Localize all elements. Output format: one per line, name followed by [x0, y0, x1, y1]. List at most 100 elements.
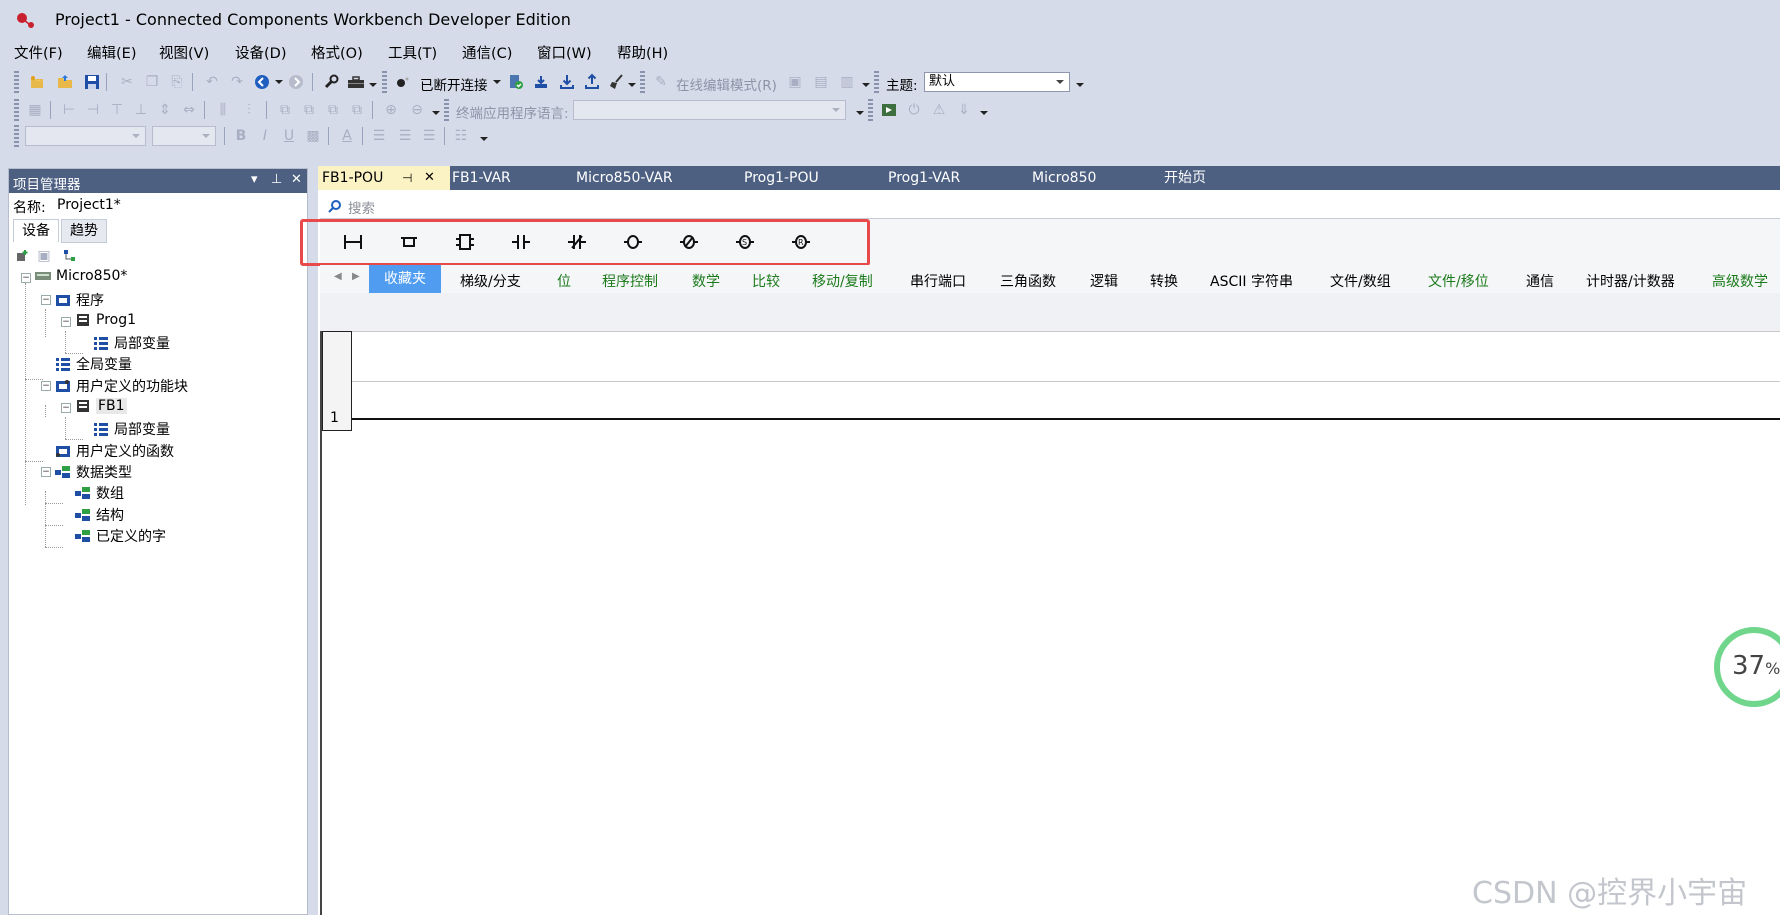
category-math[interactable]: 数学 [692, 271, 720, 291]
menu-view[interactable]: 视图(V) [159, 42, 209, 63]
rung-1-line[interactable] [352, 418, 1780, 420]
power-icon[interactable]: ⏻ [905, 101, 923, 119]
tab-devices[interactable]: 设备 [13, 219, 59, 242]
tab-prog1-var[interactable]: Prog1-VAR [884, 166, 1008, 190]
menu-window[interactable]: 窗口(W) [537, 42, 592, 63]
category-bit[interactable]: 位 [557, 271, 571, 291]
tab-micro850[interactable]: Micro850 [1028, 166, 1142, 190]
category-trig[interactable]: 三角函数 [1000, 271, 1056, 291]
new-project-icon[interactable] [28, 73, 46, 91]
category-file-shift[interactable]: 文件/移位 [1428, 271, 1489, 291]
category-timer-counter[interactable]: 计时器/计数器 [1586, 271, 1675, 291]
collapse-icon[interactable]: − [21, 273, 31, 283]
center-horizontal-icon[interactable]: ⇔ [180, 101, 198, 119]
open-icon[interactable] [56, 73, 74, 91]
collapse-icon[interactable]: − [41, 295, 51, 305]
category-serial-port[interactable]: 串行端口 [910, 271, 966, 291]
close-icon[interactable]: ✕ [291, 172, 302, 187]
warning-icon[interactable]: ⚠ [930, 101, 948, 119]
center-vertical-icon[interactable]: ⇕ [156, 101, 174, 119]
collapse-icon[interactable]: − [41, 381, 51, 391]
bullets-icon[interactable]: ☷ [452, 127, 470, 145]
tree-node-fb1[interactable]: FB1 [75, 398, 127, 414]
distribute-vertical-icon[interactable]: ⫶ [240, 101, 258, 119]
align-top-icon[interactable]: ⊤ [108, 101, 126, 119]
underline-button[interactable]: U [280, 127, 298, 145]
cut-icon[interactable]: ✂ [118, 73, 136, 91]
align-right-icon[interactable]: ⊣ [84, 101, 102, 119]
collapse-icon[interactable]: − [61, 403, 71, 413]
save-icon[interactable] [83, 73, 101, 91]
online-edit-mode[interactable]: 在线编辑模式(R) [676, 74, 777, 94]
cancel-edits-icon[interactable]: ▥ [838, 73, 856, 91]
category-file-array[interactable]: 文件/数组 [1330, 271, 1391, 291]
upload-icon[interactable] [583, 73, 601, 91]
category-program-control[interactable]: 程序控制 [602, 271, 658, 291]
toolbox-icon[interactable] [347, 73, 365, 91]
menu-tools[interactable]: 工具(T) [388, 42, 437, 63]
ungroup-icon[interactable]: ⧉ [348, 101, 366, 119]
tree-node-user-function-blocks[interactable]: 用户定义的功能块 [55, 376, 188, 396]
grid-icon[interactable]: ▦ [26, 101, 44, 119]
collapse-icon[interactable]: − [61, 317, 71, 327]
tree-view-icon[interactable] [61, 247, 79, 265]
zoom-out-icon[interactable]: ⊖ [408, 101, 426, 119]
paste-icon[interactable]: ⎘ [168, 73, 186, 91]
category-move-copy[interactable]: 移动/复制 [812, 271, 873, 291]
toolbox-search[interactable]: 搜索 [320, 192, 1780, 219]
simulator-icon[interactable] [880, 101, 898, 119]
category-favorites[interactable]: 收藏夹 [369, 265, 441, 293]
distribute-horizontal-icon[interactable]: ⫼ [214, 101, 232, 119]
tree-node-programs[interactable]: 程序 [55, 290, 104, 310]
tree-node-fb1-local-vars[interactable]: 局部变量 [93, 419, 170, 439]
align-bottom-icon[interactable]: ⊥ [132, 101, 150, 119]
tab-fb1-var[interactable]: FB1-VAR [448, 166, 562, 190]
accept-edits-icon[interactable]: ▣ [786, 73, 804, 91]
group-icon[interactable]: ⧉ [324, 101, 342, 119]
menu-device[interactable]: 设备(D) [235, 42, 286, 63]
navigate-back-icon[interactable] [253, 73, 271, 91]
tab-trends[interactable]: 趋势 [61, 219, 107, 243]
import-icon[interactable]: ⇓ [955, 101, 973, 119]
remove-device-icon[interactable]: ▣ [35, 247, 53, 265]
tab-prog1-pou[interactable]: Prog1-POU [740, 166, 864, 190]
tree-node-defined-strings[interactable]: 已定义的字 [75, 526, 166, 546]
panel-menu-icon[interactable]: ▾ [251, 172, 258, 187]
font-color-button[interactable]: A [338, 127, 356, 145]
menu-file[interactable]: 文件(F) [14, 42, 63, 63]
scroll-left-icon[interactable]: ◀ [334, 271, 342, 282]
wrench-icon[interactable] [322, 73, 340, 91]
tree-node-micro850[interactable]: Micro850* [35, 268, 127, 284]
text-align-center-icon[interactable]: ☰ [396, 127, 414, 145]
menu-edit[interactable]: 编辑(E) [87, 42, 136, 63]
tree-node-prog1-local-vars[interactable]: 局部变量 [93, 333, 170, 353]
font-size-select[interactable] [152, 126, 216, 146]
menu-comm[interactable]: 通信(C) [462, 42, 512, 63]
tree-node-user-functions[interactable]: 用户定义的函数 [55, 441, 174, 461]
toolbar-grip[interactable] [14, 71, 19, 93]
align-left-icon[interactable]: ⊢ [60, 101, 78, 119]
tree-node-prog1[interactable]: Prog1 [75, 312, 136, 328]
connect-icon[interactable] [394, 73, 412, 91]
close-tab-icon[interactable]: ✕ [424, 166, 435, 190]
toolbar-grip[interactable] [14, 99, 19, 121]
font-family-select[interactable] [25, 126, 146, 146]
pin-icon[interactable]: ⊣ [402, 166, 412, 190]
redo-icon[interactable]: ↷ [228, 73, 246, 91]
copy-icon[interactable]: ❐ [143, 73, 161, 91]
text-align-right-icon[interactable]: ☰ [420, 127, 438, 145]
italic-button[interactable]: I [256, 127, 274, 145]
fill-color-icon[interactable]: ▩ [304, 127, 322, 145]
tree-node-structures[interactable]: 结构 [75, 505, 124, 525]
verify-icon[interactable] [507, 73, 525, 91]
category-logic[interactable]: 逻辑 [1090, 271, 1118, 291]
category-compare[interactable]: 比较 [752, 271, 780, 291]
pin-icon[interactable]: ⊥ [271, 172, 282, 187]
category-advanced-math[interactable]: 高级数学 [1712, 271, 1768, 291]
category-convert[interactable]: 转换 [1150, 271, 1178, 291]
bold-button[interactable]: B [232, 127, 250, 145]
category-rung-branch[interactable]: 梯级/分支 [460, 271, 521, 291]
add-device-icon[interactable] [13, 247, 31, 265]
tree-node-arrays[interactable]: 数组 [75, 483, 124, 503]
zoom-in-icon[interactable]: ⊕ [382, 101, 400, 119]
